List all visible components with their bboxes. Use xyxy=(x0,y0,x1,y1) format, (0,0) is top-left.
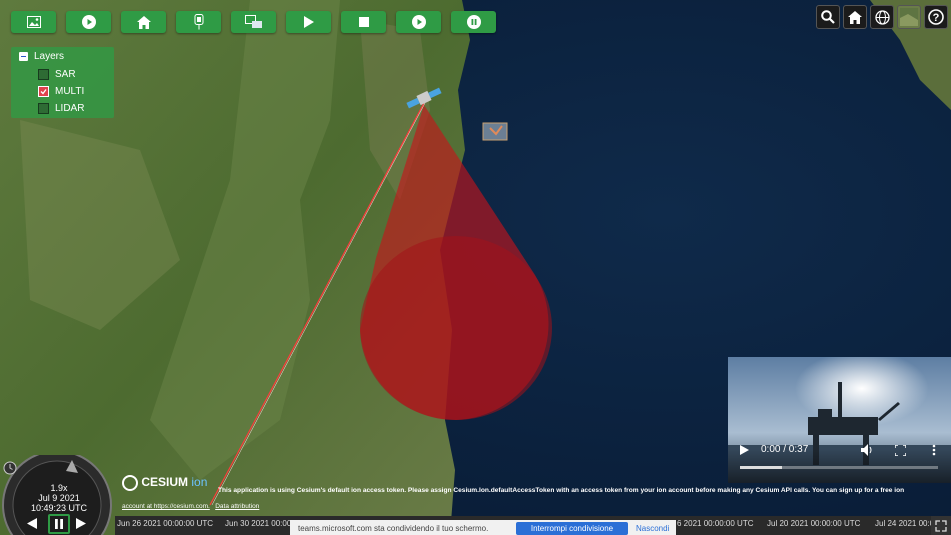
pause-button[interactable] xyxy=(48,514,70,534)
play-circle-button[interactable] xyxy=(66,11,111,33)
pause-icon xyxy=(55,519,63,529)
satellite-image-button[interactable] xyxy=(231,11,276,33)
checkbox-checked[interactable] xyxy=(38,86,49,97)
cesium-logo-text: CESIUM xyxy=(141,475,189,490)
sensor-icon xyxy=(194,14,203,30)
hide-button[interactable]: Nascondi xyxy=(636,524,669,533)
search-button[interactable] xyxy=(816,5,840,29)
home-button[interactable] xyxy=(121,11,166,33)
base-layer-picker-button[interactable] xyxy=(897,5,921,29)
image-icon-button[interactable] xyxy=(11,11,56,33)
checkbox[interactable] xyxy=(38,103,49,114)
animation-speed: 1.9x xyxy=(50,483,68,493)
play-icon[interactable] xyxy=(740,445,749,455)
layer-label: MULTI xyxy=(55,86,85,97)
timeline-tick: 6 2021 00:00:00 UTC xyxy=(677,519,754,528)
help-button[interactable]: ? xyxy=(924,5,948,29)
token-warning: This application is using Cesium's defau… xyxy=(218,487,905,494)
share-text: teams.microsoft.com sta condividendo il … xyxy=(298,524,489,533)
play-forward-button[interactable] xyxy=(76,516,86,534)
layer-label: LIDAR xyxy=(55,103,85,114)
layer-item-lidar[interactable]: LIDAR xyxy=(38,103,84,114)
play-icon xyxy=(303,16,314,28)
cesium-logo-suffix: ion xyxy=(191,475,208,490)
cesium-logo-icon xyxy=(122,475,138,491)
svg-text:?: ? xyxy=(933,12,940,24)
stop-icon xyxy=(358,17,369,27)
play-button[interactable] xyxy=(286,11,331,33)
credits: account at https://cesium.com. Data attr… xyxy=(122,503,259,510)
volume-icon[interactable] xyxy=(861,444,874,456)
rewind-icon xyxy=(27,518,37,529)
cesium-logo[interactable]: CESIUM ion xyxy=(122,475,207,491)
layer-item-sar[interactable]: SAR xyxy=(38,69,76,80)
layers-panel: Layers SAR MULTI LIDAR xyxy=(11,47,114,118)
checkbox[interactable] xyxy=(38,69,49,80)
sensor-button[interactable] xyxy=(176,11,221,33)
layer-label: SAR xyxy=(55,69,76,80)
pause-circle-button[interactable] xyxy=(451,11,496,33)
layer-item-multi[interactable]: MULTI xyxy=(38,86,84,97)
search-icon xyxy=(821,10,835,24)
scene-mode-button[interactable] xyxy=(870,5,894,29)
image-icon xyxy=(26,16,41,28)
fullscreen-icon[interactable] xyxy=(895,445,906,456)
home-icon xyxy=(136,15,151,29)
animation-date: Jul 9 2021 xyxy=(38,493,80,503)
play-circle-button-2[interactable] xyxy=(396,11,441,33)
animation-time: 10:49:23 UTC xyxy=(30,503,88,513)
target-marker xyxy=(482,122,508,141)
play-circle-icon xyxy=(411,15,426,29)
video-progress-buffer xyxy=(740,466,782,469)
check-icon xyxy=(40,89,47,95)
home-icon xyxy=(848,10,862,24)
screen-share-banner: teams.microsoft.com sta condividendo il … xyxy=(290,520,676,535)
play-reverse-button[interactable] xyxy=(27,516,37,534)
stop-button[interactable] xyxy=(341,11,386,33)
play-icon xyxy=(76,518,86,529)
data-attribution-link[interactable]: Data attribution xyxy=(215,503,259,510)
collapse-icon[interactable] xyxy=(19,52,28,61)
layers-title: Layers xyxy=(34,51,65,62)
pause-circle-icon xyxy=(466,15,481,29)
more-options-icon[interactable] xyxy=(932,444,936,456)
animation-widget: 1.9x Jul 9 2021 10:49:23 UTC xyxy=(0,455,115,535)
fullscreen-button[interactable] xyxy=(931,516,951,535)
video-time: 0:00 / 0:37 xyxy=(761,444,809,455)
timeline-tick: Jul 20 2021 00:00:00 UTC xyxy=(767,519,861,528)
expand-icon xyxy=(935,519,947,532)
stop-sharing-button[interactable]: Interrompi condivisione xyxy=(516,522,628,535)
clock-icon[interactable] xyxy=(3,461,17,475)
video-player[interactable]: 0:00 / 0:37 xyxy=(728,357,951,483)
account-link[interactable]: account at https://cesium.com. xyxy=(122,503,210,510)
timeline-tick: Jun 26 2021 00:00:00 UTC xyxy=(117,519,214,528)
home-view-button[interactable] xyxy=(843,5,867,29)
globe-icon xyxy=(874,9,890,25)
help-icon: ? xyxy=(928,9,944,25)
satellite-image-icon xyxy=(244,15,262,28)
base-layer-picker-icon xyxy=(900,8,918,26)
video-progress-bar[interactable] xyxy=(740,466,938,469)
play-circle-icon xyxy=(81,15,96,29)
